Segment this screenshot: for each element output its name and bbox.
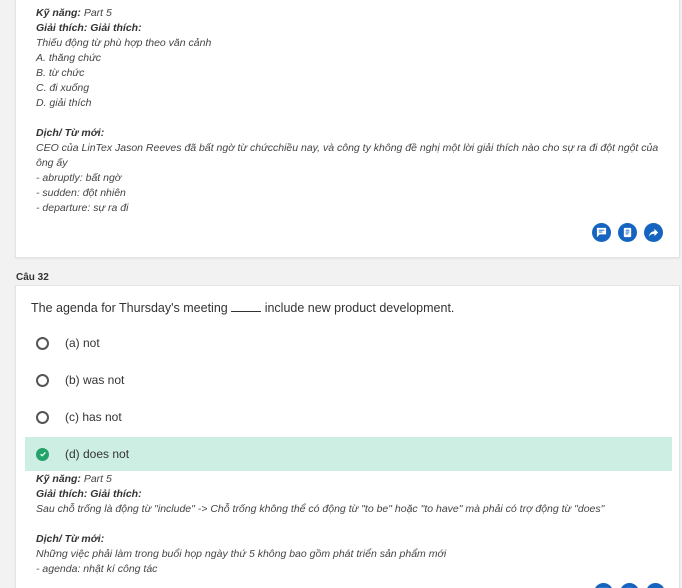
- answer-blank: [231, 311, 262, 312]
- share-button[interactable]: [646, 583, 665, 588]
- answer-explanation: Kỹ năng: Part 5 Giải thích: Giải thích: …: [36, 472, 666, 577]
- option-b[interactable]: (b) was not: [25, 363, 672, 397]
- note-button[interactable]: [620, 583, 639, 588]
- vocab-line: - abruptly: bất ngờ: [36, 172, 122, 184]
- translate-text: CEO của LinTex Jason Reeves đã bất ngờ t…: [36, 142, 659, 169]
- explain-line: A. thăng chức: [36, 52, 102, 64]
- explain-line: C. đi xuống: [36, 82, 90, 94]
- explain-label: Giải thích: Giải thích:: [36, 22, 142, 34]
- skill-line: Kỹ năng: Part 5: [36, 473, 112, 485]
- action-buttons-bottom: [594, 583, 665, 588]
- explain-text: Sau chỗ trống là động từ "include" -> Ch…: [36, 503, 605, 515]
- option-d[interactable]: (d) does not: [25, 437, 672, 471]
- explain-line: D. giải thích: [36, 97, 92, 109]
- explain-line: Thiếu động từ phù hợp theo văn cảnh: [36, 37, 212, 49]
- option-label: (a) not: [65, 336, 100, 350]
- explain-line: B. từ chức: [36, 67, 85, 79]
- option-c[interactable]: (c) has not: [25, 400, 672, 434]
- question-number: Câu 32: [16, 272, 49, 283]
- option-a[interactable]: (a) not: [25, 326, 672, 360]
- previous-question-card: Kỹ năng: Part 5 Giải thích: Giải thích: …: [15, 0, 680, 258]
- note-icon: [623, 227, 632, 238]
- radio-button[interactable]: [36, 410, 49, 424]
- comment-button[interactable]: [594, 583, 613, 588]
- check-circle-icon: [36, 447, 49, 461]
- skill-line: Kỹ năng: Part 5: [36, 7, 112, 19]
- translate-label: Dịch/ Từ mới:: [36, 127, 105, 139]
- vocab-line: - agenda: nhật kí công tác: [36, 563, 158, 575]
- question-text: The agenda for Thursday's meeting includ…: [31, 301, 455, 315]
- translate-text: Những việc phải làm trong buổi họp ngày …: [36, 548, 447, 560]
- option-label: (b) was not: [65, 373, 125, 387]
- share-button[interactable]: [644, 223, 663, 242]
- vocab-line: - sudden: đột nhiên: [36, 187, 126, 199]
- option-label: (d) does not: [65, 447, 130, 461]
- radio-button[interactable]: [36, 336, 49, 350]
- explain-label: Giải thích: Giải thích:: [36, 488, 142, 500]
- radio-button[interactable]: [36, 373, 49, 387]
- previous-explanation: Kỹ năng: Part 5 Giải thích: Giải thích: …: [36, 6, 666, 216]
- option-label: (c) has not: [65, 410, 122, 424]
- comment-button[interactable]: [592, 223, 611, 242]
- vocab-line: - departure: sự ra đi: [36, 202, 129, 214]
- question-card: The agenda for Thursday's meeting includ…: [15, 285, 680, 588]
- comment-icon: [596, 227, 607, 238]
- note-button[interactable]: [618, 223, 637, 242]
- share-icon: [648, 228, 659, 237]
- action-buttons: [592, 223, 663, 242]
- translate-label: Dịch/ Từ mới:: [36, 533, 105, 545]
